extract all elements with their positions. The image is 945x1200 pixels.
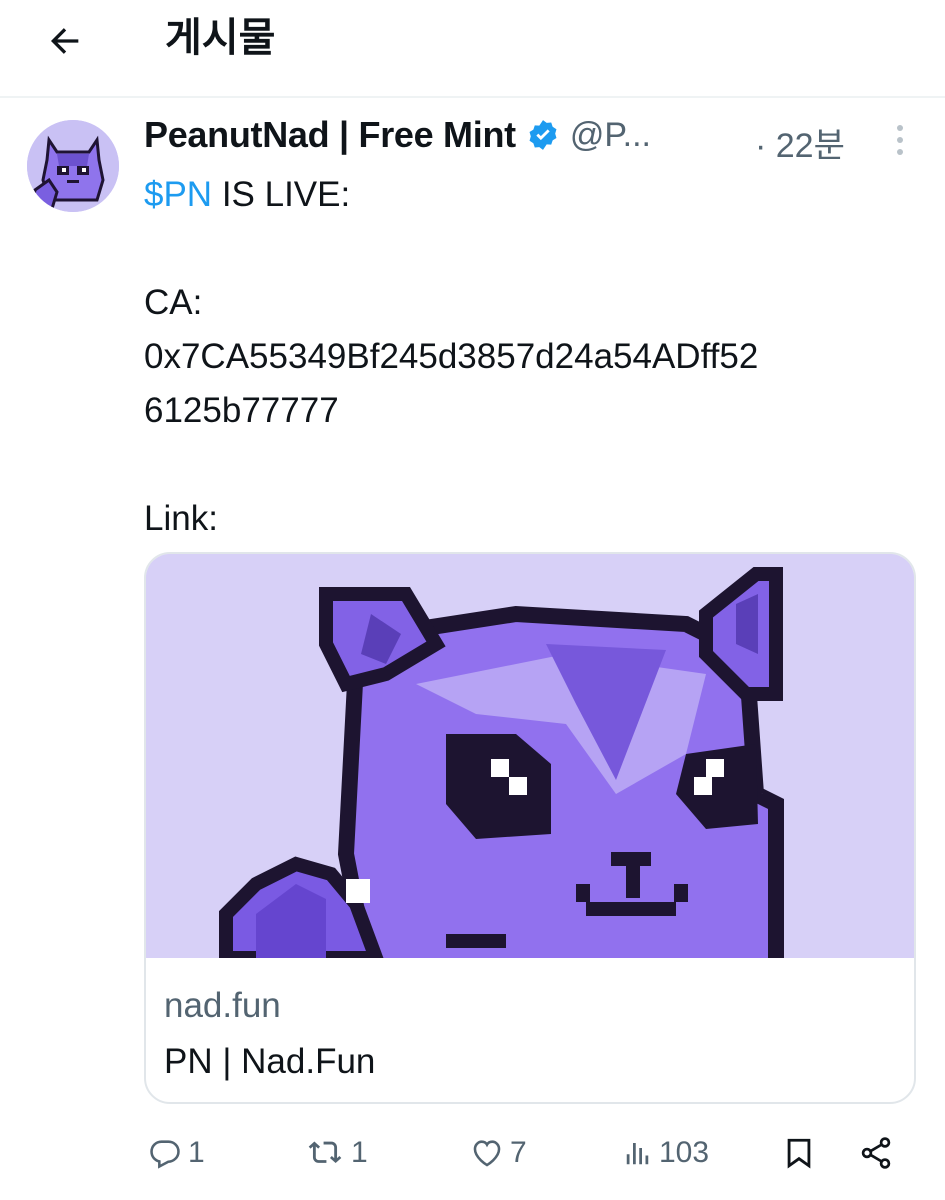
page-title: 게시물 [165, 16, 276, 60]
views-button[interactable]: 103 [623, 1125, 709, 1181]
author-handle[interactable]: @P... [570, 116, 651, 155]
back-button[interactable] [38, 14, 92, 68]
link-card-title: PN | Nad.Fun [164, 1042, 376, 1081]
avatar[interactable] [27, 120, 119, 212]
like-button[interactable]: 7 [470, 1125, 527, 1181]
like-count: 7 [510, 1136, 527, 1169]
repost-count: 1 [351, 1136, 368, 1169]
post-body: IS LIVE: CA: 0x7CA55349Bf245d3857d24a54A… [144, 175, 759, 538]
top-bar: 게시물 [0, 0, 945, 98]
author-display-name[interactable]: PeanutNad | Free Mint [144, 114, 516, 156]
repost-button[interactable]: 1 [305, 1125, 368, 1181]
link-card-domain: nad.fun [164, 986, 281, 1025]
action-bar: 1 1 7 103 [0, 1125, 945, 1185]
post-text: $PN IS LIVE: CA: 0x7CA55349Bf245d3857d24… [144, 168, 758, 546]
share-button[interactable] [858, 1125, 894, 1181]
bookmark-button[interactable] [782, 1125, 816, 1181]
reply-count: 1 [188, 1136, 205, 1169]
post-time[interactable]: · 22분 [755, 118, 845, 167]
repost-icon [308, 1141, 342, 1164]
back-arrow-icon [51, 28, 79, 54]
link-card[interactable]: nad.fun PN | Nad.Fun [144, 552, 916, 1104]
link-card-image [146, 554, 914, 958]
share-icon [861, 1137, 891, 1169]
views-icon [626, 1143, 649, 1165]
more-options-button[interactable] [880, 118, 920, 162]
pixel-squirrel-image [146, 554, 914, 958]
more-vertical-icon [897, 125, 903, 155]
squirrel-avatar-image [27, 120, 119, 212]
like-icon [473, 1140, 501, 1167]
cashtag-link[interactable]: $PN [144, 175, 212, 214]
views-count: 103 [659, 1136, 710, 1169]
reply-icon [150, 1140, 180, 1169]
bookmark-icon [787, 1138, 811, 1169]
verified-badge-icon [529, 120, 557, 150]
reply-button[interactable]: 1 [148, 1125, 205, 1181]
